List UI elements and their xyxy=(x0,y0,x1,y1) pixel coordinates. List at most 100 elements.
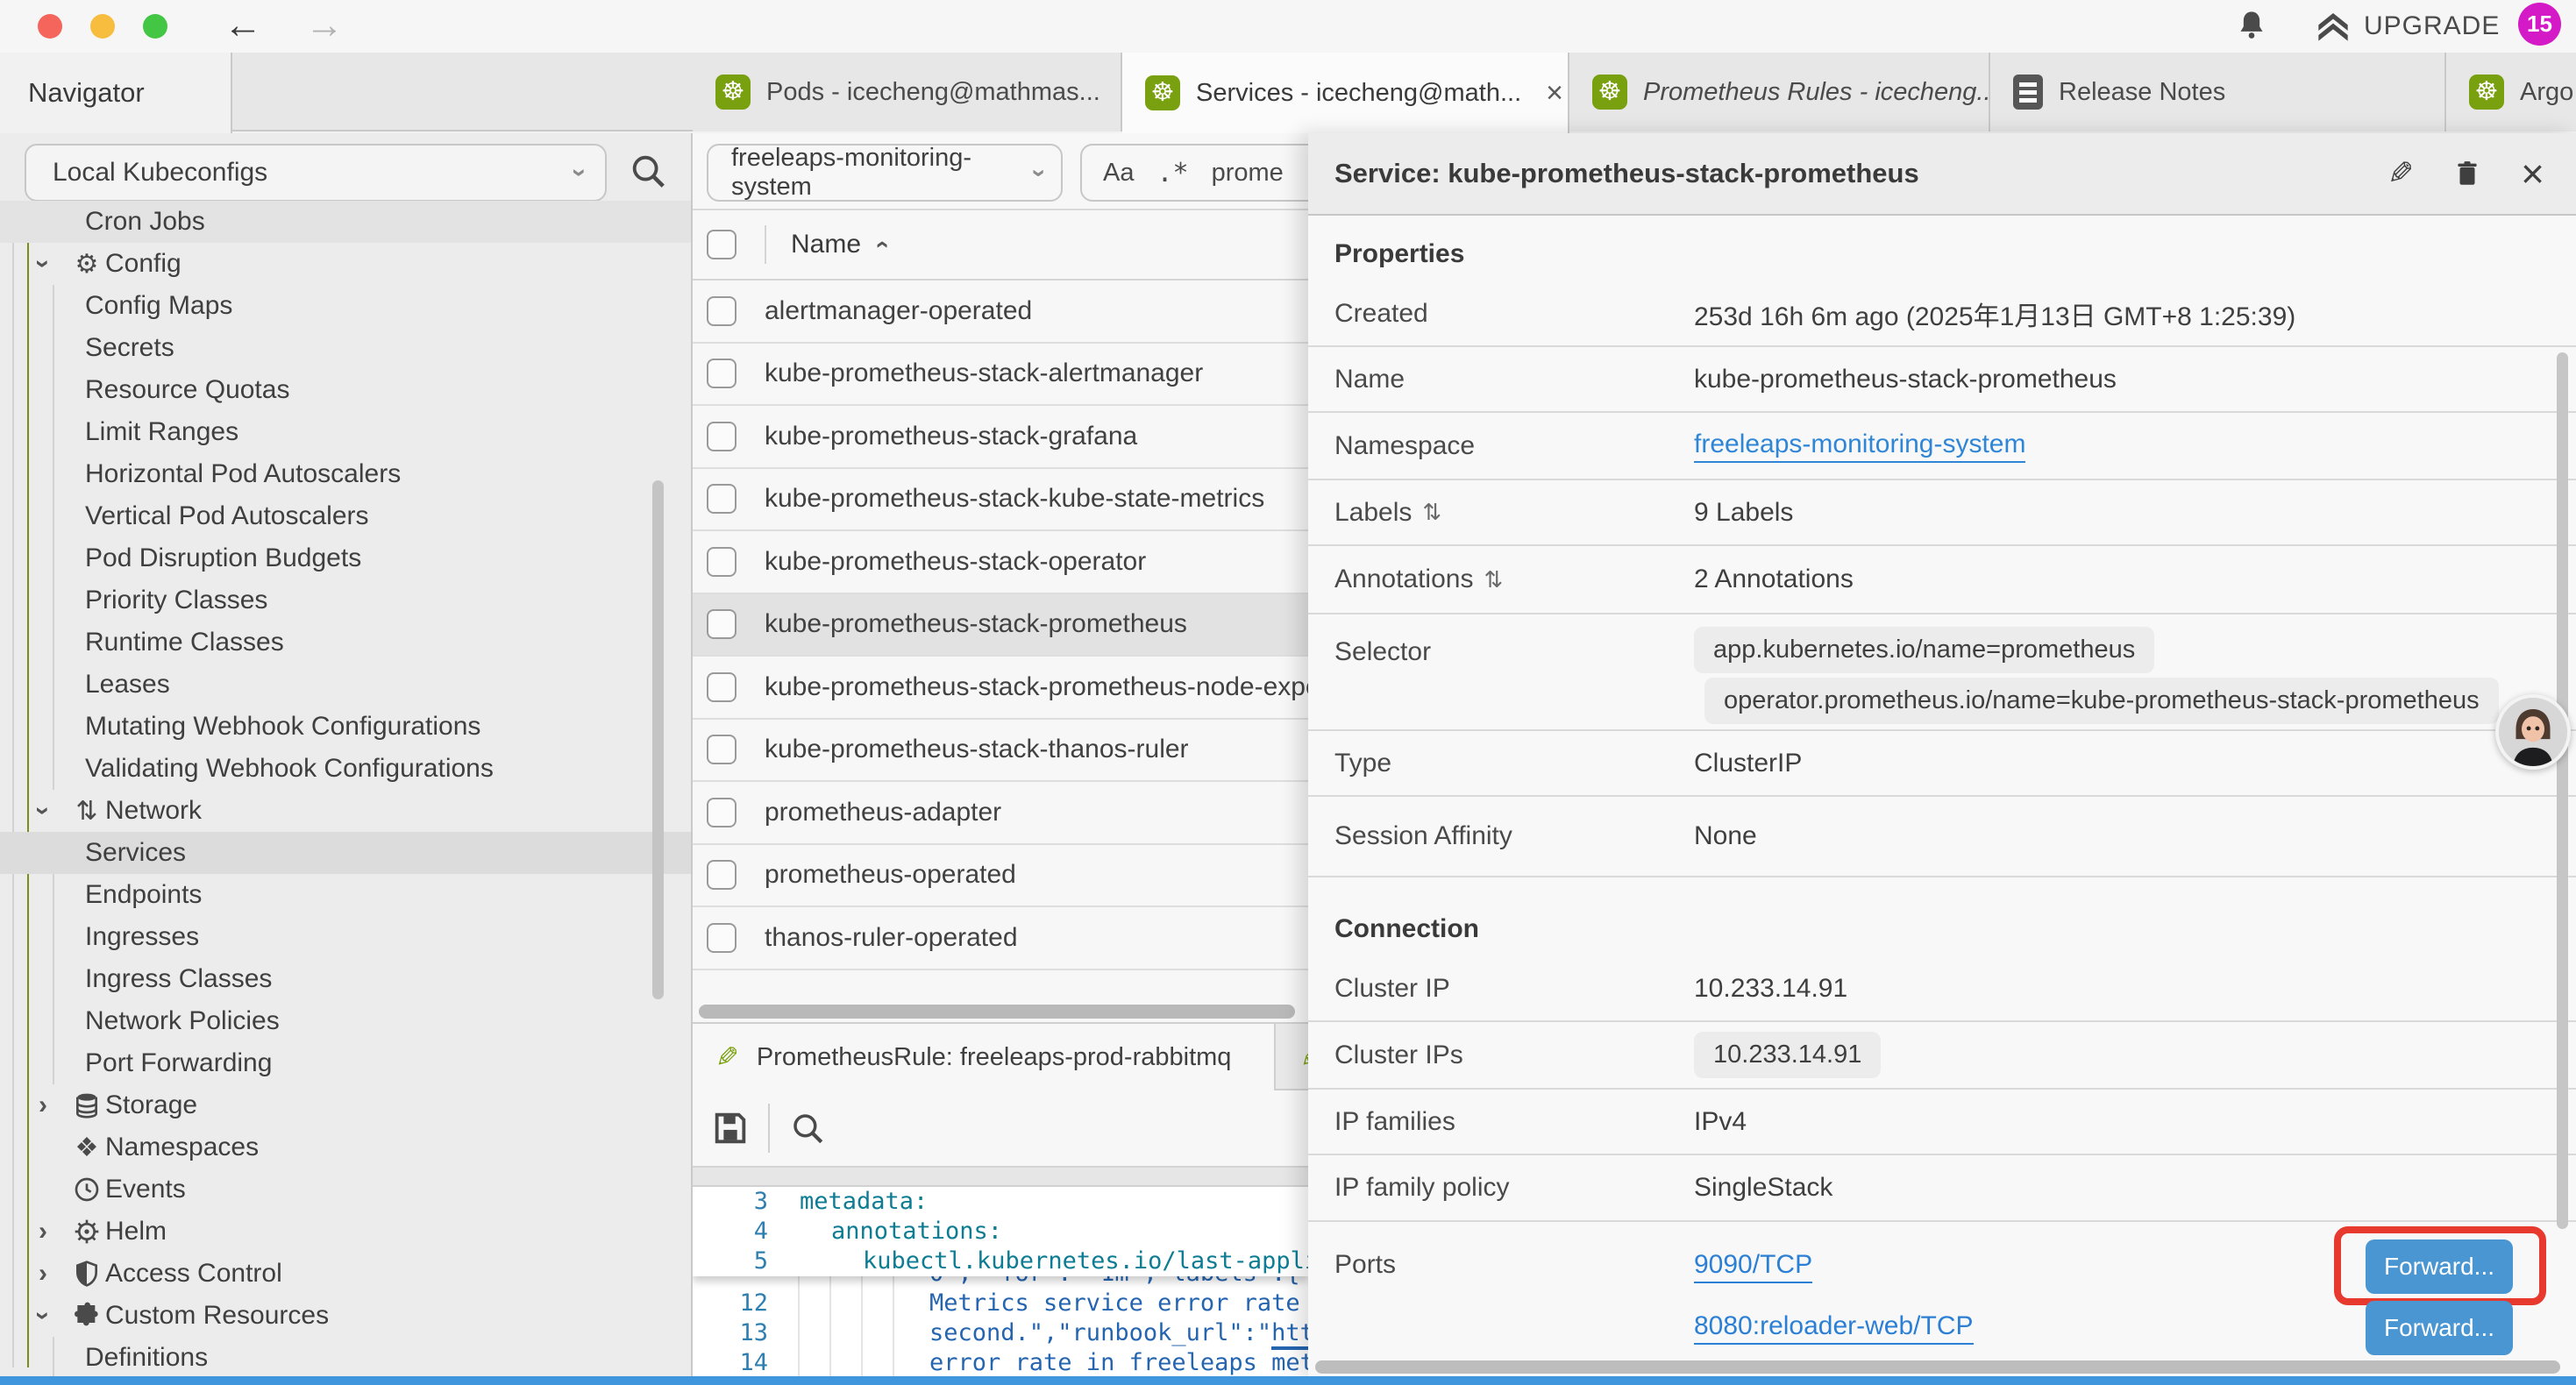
sidebar-item-services[interactable]: Services xyxy=(0,832,693,874)
tab-argo[interactable]: Argo Se xyxy=(2446,53,2576,131)
tab-pods[interactable]: Pods - icecheng@mathmas... xyxy=(693,53,1122,131)
table-row[interactable]: kube-prometheus-stack-kube-state-metrics xyxy=(693,469,1308,532)
sidebar-item-events[interactable]: Events xyxy=(0,1168,693,1211)
detail-row-cluster-ips: Cluster IPs 10.233.14.91 xyxy=(1308,1022,2576,1090)
table-row[interactable]: kube-prometheus-stack-operator xyxy=(693,531,1308,594)
sidebar-item-limit-ranges[interactable]: Limit Ranges xyxy=(0,411,693,453)
table-row[interactable]: prometheus-operated xyxy=(693,845,1308,908)
detail-row-selector: Selector app.kubernetes.io/name=promethe… xyxy=(1308,614,2576,731)
editor-line-4: 4 annotations: xyxy=(693,1217,1308,1246)
sidebar-item-leases[interactable]: Leases xyxy=(0,664,693,706)
name-column-header[interactable]: Name› xyxy=(765,225,885,264)
port-8080-link[interactable]: 8080:reloader-web/TCP xyxy=(1694,1311,1974,1345)
table-row[interactable]: kube-prometheus-stack-alertmanager xyxy=(693,344,1308,407)
editor-tab-prometheusrule[interactable]: ✎ PrometheusRule: freeleaps-prod-rabbitm… xyxy=(693,1024,1276,1090)
sidebar-item-definitions[interactable]: Definitions xyxy=(0,1337,693,1378)
sidebar-scrollbar[interactable] xyxy=(652,480,664,999)
notification-count-badge[interactable]: 15 xyxy=(2518,3,2561,46)
regex-toggle[interactable]: .* xyxy=(1156,158,1188,188)
sidebar-item-endpoints[interactable]: Endpoints xyxy=(0,874,693,916)
sidebar-item-horizontal-pod-autoscalers[interactable]: Horizontal Pod Autoscalers xyxy=(0,453,693,495)
sidebar-item-namespaces[interactable]: ❖Namespaces xyxy=(0,1126,693,1168)
row-checkbox[interactable] xyxy=(707,609,737,639)
editor-search-icon[interactable] xyxy=(789,1110,826,1147)
namespace-filter-select[interactable]: freeleaps-monitoring-system › xyxy=(707,144,1063,202)
table-search-input[interactable]: Aa .* prome xyxy=(1080,144,1308,202)
sidebar-item-port-forwarding[interactable]: Port Forwarding xyxy=(0,1042,693,1084)
tab-prometheus-rules[interactable]: Prometheus Rules - icecheng... xyxy=(1569,53,1990,131)
back-button[interactable]: ← xyxy=(224,0,262,53)
sidebar-item-mutating-webhook-configurations[interactable]: Mutating Webhook Configurations xyxy=(0,706,693,748)
sidebar-item-pod-disruption-budgets[interactable]: Pod Disruption Budgets xyxy=(0,537,693,579)
sidebar-item-ingresses[interactable]: Ingresses xyxy=(0,916,693,958)
row-checkbox[interactable] xyxy=(707,735,737,764)
sidebar-item-resource-quotas[interactable]: Resource Quotas xyxy=(0,369,693,411)
user-avatar[interactable] xyxy=(2495,694,2571,770)
namespace-link[interactable]: freeleaps-monitoring-system xyxy=(1694,430,2025,463)
expand-toggle-icon[interactable]: ⇅ xyxy=(1484,566,1503,593)
sidebar-group-network[interactable]: ›⇅Network xyxy=(0,790,693,832)
close-tab-icon[interactable]: × xyxy=(1546,76,1563,110)
notifications-bell-icon[interactable] xyxy=(2234,9,2269,44)
editor-line-12: 12 Metrics service error rate is {{ $va xyxy=(693,1289,1308,1318)
close-window-button[interactable] xyxy=(38,14,62,39)
forward-button[interactable]: → xyxy=(305,0,344,53)
row-checkbox[interactable] xyxy=(707,798,737,827)
editor-tab-next[interactable]: ✎ xyxy=(1277,1024,1308,1090)
sidebar-item-network-policies[interactable]: Network Policies xyxy=(0,1000,693,1042)
sidebar-group-config[interactable]: ›⚙Config xyxy=(0,243,693,285)
sidebar-item-cron-jobs[interactable]: Cron Jobs xyxy=(0,201,693,243)
row-checkbox[interactable] xyxy=(707,484,737,514)
select-all-checkbox[interactable] xyxy=(707,230,737,259)
sidebar-item-config-maps[interactable]: Config Maps xyxy=(0,285,693,327)
sidebar-item-runtime-classes[interactable]: Runtime Classes xyxy=(0,621,693,664)
navigator-panel-tab[interactable]: Navigator xyxy=(0,53,232,133)
sidebar-item-ingress-classes[interactable]: Ingress Classes xyxy=(0,958,693,1000)
delete-trash-icon[interactable] xyxy=(2452,156,2482,191)
sidebar-group-custom-resources[interactable]: ›Custom Resources xyxy=(0,1295,693,1337)
table-row[interactable]: kube-prometheus-stack-grafana xyxy=(693,406,1308,469)
table-row[interactable]: thanos-ruler-operated xyxy=(693,907,1308,970)
kubeconfig-select[interactable]: Local Kubeconfigs › xyxy=(25,144,607,202)
detail-vertical-scrollbar[interactable] xyxy=(2557,352,2568,1229)
sidebar-group-access-control[interactable]: ›Access Control xyxy=(0,1253,693,1295)
minimize-window-button[interactable] xyxy=(90,14,115,39)
row-checkbox[interactable] xyxy=(707,422,737,451)
table-row[interactable]: kube-prometheus-stack-thanos-ruler xyxy=(693,720,1308,783)
table-row[interactable]: alertmanager-operated xyxy=(693,281,1308,344)
save-icon[interactable] xyxy=(710,1108,751,1148)
row-checkbox[interactable] xyxy=(707,860,737,890)
upgrade-button[interactable]: UPGRADE xyxy=(2315,9,2500,44)
sidebar-item-validating-webhook-configurations[interactable]: Validating Webhook Configurations xyxy=(0,748,693,790)
sidebar-group-storage[interactable]: ›Storage xyxy=(0,1084,693,1126)
forward-button[interactable]: Forward... xyxy=(2366,1301,2513,1355)
table-row-selected[interactable]: kube-prometheus-stack-prometheus xyxy=(693,594,1308,657)
search-icon[interactable] xyxy=(628,151,668,191)
row-checkbox[interactable] xyxy=(707,296,737,326)
sidebar-item-priority-classes[interactable]: Priority Classes xyxy=(0,579,693,621)
tab-release-notes[interactable]: Release Notes xyxy=(1990,53,2446,131)
yaml-editor[interactable]: 0", "for": "1m", labels :{ service : 12 … xyxy=(693,1187,1308,1378)
maximize-window-button[interactable] xyxy=(143,14,167,39)
sidebar-item-vertical-pod-autoscalers[interactable]: Vertical Pod Autoscalers xyxy=(0,495,693,537)
close-icon[interactable]: × xyxy=(2521,153,2544,194)
toolbar-divider xyxy=(768,1104,770,1153)
detail-row-namespace: Namespace freeleaps-monitoring-system xyxy=(1308,413,2576,480)
port-9090-link[interactable]: 9090/TCP xyxy=(1694,1250,1812,1283)
row-checkbox[interactable] xyxy=(707,672,737,702)
detail-horizontal-scrollbar[interactable] xyxy=(1315,1360,2560,1374)
sidebar-group-helm[interactable]: ›Helm xyxy=(0,1211,693,1253)
runbook-url-link[interactable]: https://net xyxy=(1271,1319,1308,1350)
sidebar-item-secrets[interactable]: Secrets xyxy=(0,327,693,369)
table-row[interactable]: prometheus-adapter xyxy=(693,782,1308,845)
match-case-toggle[interactable]: Aa xyxy=(1103,159,1134,188)
detail-header: Service: kube-prometheus-stack-prometheu… xyxy=(1308,133,2576,216)
table-horizontal-scrollbar[interactable] xyxy=(699,1005,1295,1019)
table-row[interactable]: kube-prometheus-stack-prometheus-node-ex… xyxy=(693,657,1308,720)
row-checkbox[interactable] xyxy=(707,359,737,388)
tab-services-active[interactable]: Services - icecheng@math... × xyxy=(1122,53,1569,133)
edit-icon[interactable]: ✎ xyxy=(2387,155,2414,192)
row-checkbox[interactable] xyxy=(707,923,737,953)
row-checkbox[interactable] xyxy=(707,547,737,577)
expand-toggle-icon[interactable]: ⇅ xyxy=(1422,499,1441,526)
